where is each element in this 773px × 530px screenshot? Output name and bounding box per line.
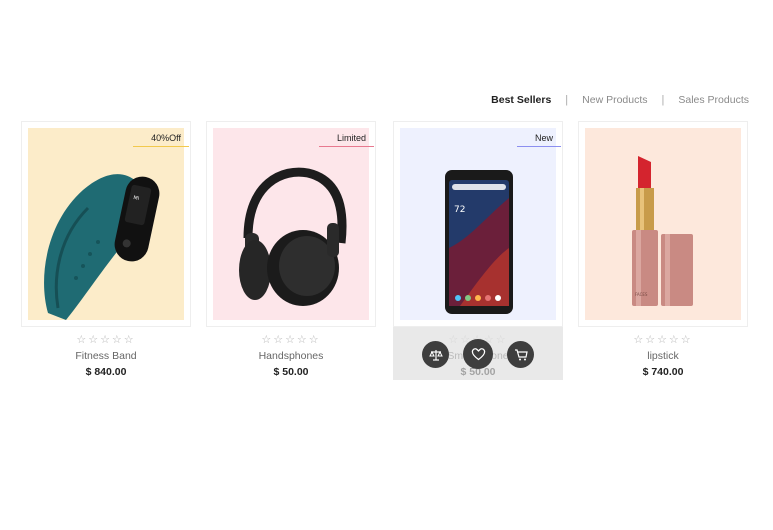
rating-stars: ☆☆☆☆☆ xyxy=(633,334,693,346)
product-card[interactable]: FACES ☆☆☆☆☆ lipstick $ 740.00 xyxy=(578,121,748,378)
product-info: ☆☆☆☆☆ Fitness Band $ 840.00 xyxy=(21,327,191,378)
product-card[interactable]: Mi 40%Off ☆☆☆☆☆ Fitness Band $ 840.00 xyxy=(21,121,191,378)
product-tabs: Best Sellers | New Products | Sales Prod… xyxy=(491,94,749,106)
tab-best-sellers[interactable]: Best Sellers xyxy=(491,94,551,106)
svg-text:72: 72 xyxy=(454,205,465,215)
svg-text:Mi: Mi xyxy=(133,195,140,202)
headphones-image xyxy=(239,167,347,306)
product-price: $ 50.00 xyxy=(273,366,309,378)
shopping-cart-icon xyxy=(514,348,528,360)
tab-sales-products[interactable]: Sales Products xyxy=(678,94,749,106)
rating-stars: ☆☆☆☆☆ xyxy=(76,334,136,346)
product-badge: Limited xyxy=(318,131,375,147)
product-name[interactable]: lipstick xyxy=(578,350,748,363)
tab-separator: | xyxy=(661,94,665,106)
tab-separator: | xyxy=(565,94,569,106)
product-name[interactable]: Fitness Band xyxy=(21,350,191,363)
product-image: FACES xyxy=(585,128,741,320)
product-image-frame[interactable]: Limited xyxy=(206,121,376,327)
product-image: Mi xyxy=(28,128,184,320)
lipstick-image: FACES xyxy=(632,156,693,306)
product-image-frame[interactable]: 72 New xyxy=(393,121,563,327)
product-price: $ 740.00 xyxy=(642,366,684,378)
product-price: $ 840.00 xyxy=(85,366,127,378)
action-buttons xyxy=(393,339,563,369)
tab-new-products[interactable]: New Products xyxy=(582,94,647,106)
compare-button[interactable] xyxy=(422,341,449,368)
balance-scale-icon xyxy=(428,349,443,361)
heart-icon xyxy=(471,348,485,361)
product-name[interactable]: Handsphones xyxy=(206,350,376,363)
product-image-frame[interactable]: Mi 40%Off xyxy=(21,121,191,327)
product-badge: New xyxy=(516,131,562,147)
add-to-cart-button[interactable] xyxy=(507,341,534,368)
product-info: ☆☆☆☆☆ lipstick $ 740.00 xyxy=(578,327,748,378)
product-card[interactable]: Limited ☆☆☆☆☆ Handsphones $ 50.00 xyxy=(206,121,376,378)
fitness-band-image: Mi xyxy=(44,174,160,320)
product-info: ☆☆☆☆☆ Handsphones $ 50.00 xyxy=(206,327,376,378)
product-image-frame[interactable]: FACES xyxy=(578,121,748,327)
product-image xyxy=(213,128,369,320)
product-hover-actions: ☆☆☆☆☆ Smart Phone $ 50.00 xyxy=(393,327,563,380)
product-image: 72 xyxy=(400,128,556,320)
product-badge: 40%Off xyxy=(133,131,189,147)
smartphone-image: 72 xyxy=(445,170,513,314)
wishlist-button[interactable] xyxy=(463,339,493,369)
product-card[interactable]: 72 New ☆☆☆☆☆ Smart Phone $ 50.00 xyxy=(393,121,563,380)
rating-stars: ☆☆☆☆☆ xyxy=(261,334,321,346)
svg-text:FACES: FACES xyxy=(635,292,648,297)
